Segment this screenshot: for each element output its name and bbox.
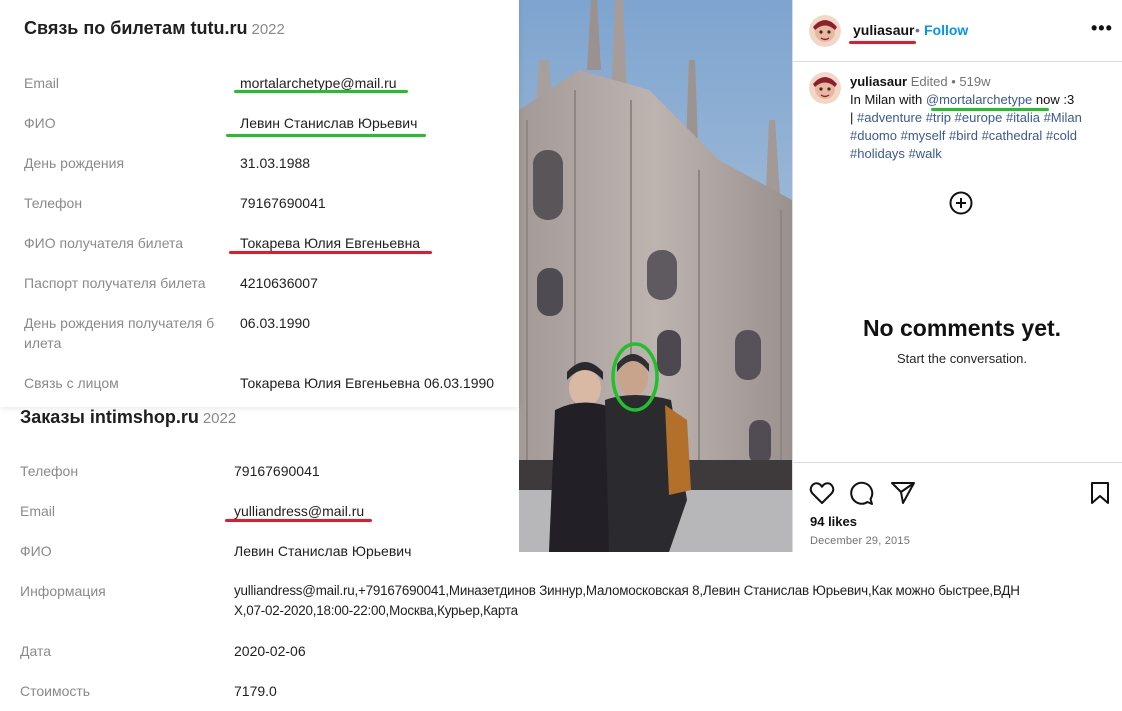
hashtag-link[interactable]: #myself — [901, 128, 946, 143]
no-comments-heading: No comments yet. — [862, 315, 1062, 341]
tutu-tickets-card: Связь по билетам tutu.ru 2022 Email morta… — [0, 0, 519, 407]
tutu-value-recipient-name: Токарева Юлия Евгеньевна — [240, 235, 421, 251]
instagram-post-header: yuliasaur • Follow ••• — [793, 0, 1122, 62]
intim-value-info-line1: yulliandress@mail.ru,+79167690041,Миназе… — [234, 583, 1020, 598]
intimshop-title-text: Заказы intimshop.ru — [20, 407, 199, 427]
caption-bar: | — [850, 110, 854, 125]
intimshop-card-title: Заказы intimshop.ru 2022 — [20, 407, 236, 428]
heart-icon[interactable] — [809, 481, 835, 505]
instagram-post-panel: yuliasaur • Follow ••• yuliasaur Edited … — [792, 0, 1122, 552]
follow-button[interactable]: Follow — [924, 22, 968, 38]
caption-avatar[interactable] — [809, 72, 841, 104]
hashtag-link[interactable]: #holidays — [850, 146, 905, 161]
intim-label-cost: Стоимость — [20, 683, 91, 699]
caption-age[interactable]: 519w — [959, 74, 990, 89]
comment-icon[interactable] — [848, 480, 874, 506]
caption-mention-link[interactable]: @mortalarchetype — [926, 92, 1032, 107]
hashtag-link[interactable]: #europe — [955, 110, 1003, 125]
hashtag-link[interactable]: #Milan — [1044, 110, 1082, 125]
intim-label-email: Email — [20, 503, 56, 519]
tutu-value-recipient-birthday: 06.03.1990 — [240, 315, 311, 331]
tutu-title-year: 2022 — [251, 21, 285, 38]
intim-label-date: Дата — [20, 643, 52, 659]
post-date[interactable]: December 29, 2015 — [810, 535, 910, 547]
intim-value-date: 2020-02-06 — [234, 643, 306, 659]
intim-value-info-line2: Х,07-02-2020,18:00-22:00,Москва,Курьер,К… — [234, 603, 518, 618]
hashtag-link[interactable]: #duomo — [850, 128, 897, 143]
caption-edited: Edited — [910, 74, 948, 89]
share-icon[interactable] — [890, 481, 916, 505]
tutu-label-email: Email — [24, 75, 60, 91]
tutu-label-passport: Паспорт получателя билета — [24, 275, 206, 291]
caption-text-after: now :3 — [1032, 92, 1075, 107]
green-underline-email — [234, 90, 408, 93]
intimshop-title-year: 2022 — [202, 410, 237, 427]
tutu-value-passport: 4210636007 — [240, 275, 318, 291]
red-underline-intim-email — [225, 519, 372, 522]
add-comment-icon[interactable] — [949, 191, 973, 215]
intim-label-info: Информация — [20, 583, 106, 599]
header-separator-dot: • — [915, 22, 920, 38]
tutu-value-birthday: 31.03.1988 — [240, 155, 311, 171]
tutu-card-title: Связь по билетам tutu.ru 2022 — [24, 18, 285, 39]
tutu-label-fio: ФИО — [24, 115, 56, 131]
green-underline-fio — [226, 134, 426, 137]
intim-label-phone: Телефон — [20, 463, 79, 479]
tutu-value-link: Токарева Юлия Евгеньевна 06.03.1990 — [240, 375, 495, 391]
caption-text-before: In Milan with — [850, 92, 926, 107]
hashtag-link[interactable]: #cold — [1046, 128, 1077, 143]
tutu-label-recipient-birthday-1: День рождения получателя б — [24, 315, 215, 331]
hashtag-link[interactable]: #trip — [926, 110, 951, 125]
red-underline-username — [849, 41, 916, 44]
intim-label-fio: ФИО — [20, 543, 52, 559]
intim-value-phone: 79167690041 — [234, 463, 320, 479]
more-options-icon[interactable]: ••• — [1091, 18, 1113, 39]
red-underline-recipient — [229, 251, 432, 254]
green-underline-mention — [931, 108, 1049, 111]
tutu-label-phone: Телефон — [24, 195, 83, 211]
post-caption: yuliasaur Edited • 519w In Milan with @m… — [850, 73, 1112, 163]
caption-username[interactable]: yuliasaur — [850, 74, 907, 89]
tutu-value-fio: Левин Станислав Юрьевич — [240, 115, 418, 131]
bookmark-icon[interactable] — [1090, 481, 1110, 505]
tutu-value-phone: 79167690041 — [240, 195, 326, 211]
intim-value-email: yulliandress@mail.ru — [234, 503, 365, 519]
start-conversation-text: Start the conversation. — [896, 351, 1028, 366]
intim-value-cost: 7179.0 — [234, 683, 277, 699]
intim-value-fio: Левин Станислав Юрьевич — [234, 543, 412, 559]
tutu-label-recipient-name: ФИО получателя билета — [24, 235, 184, 251]
post-actions-bar: 94 likes December 29, 2015 — [793, 462, 1122, 552]
tutu-label-recipient-birthday-2: илета — [24, 335, 62, 351]
hashtag-link[interactable]: #cathedral — [982, 128, 1043, 143]
header-username-link[interactable]: yuliasaur — [853, 22, 914, 38]
tutu-title-text: Связь по билетам tutu.ru — [24, 18, 248, 38]
likes-count[interactable]: 94 likes — [810, 514, 857, 529]
caption-dot: • — [951, 74, 956, 89]
hashtag-link[interactable]: #bird — [949, 128, 978, 143]
tutu-label-link: Связь с лицом — [24, 375, 119, 391]
avatar[interactable] — [809, 15, 841, 47]
tutu-label-birthday: День рождения — [24, 155, 125, 171]
hashtag-link[interactable]: #walk — [909, 146, 942, 161]
hashtag-link[interactable]: #italia — [1006, 110, 1040, 125]
post-photo — [519, 0, 792, 552]
hashtag-link[interactable]: #adventure — [857, 110, 922, 125]
cathedral-photo-illustration — [519, 0, 792, 552]
